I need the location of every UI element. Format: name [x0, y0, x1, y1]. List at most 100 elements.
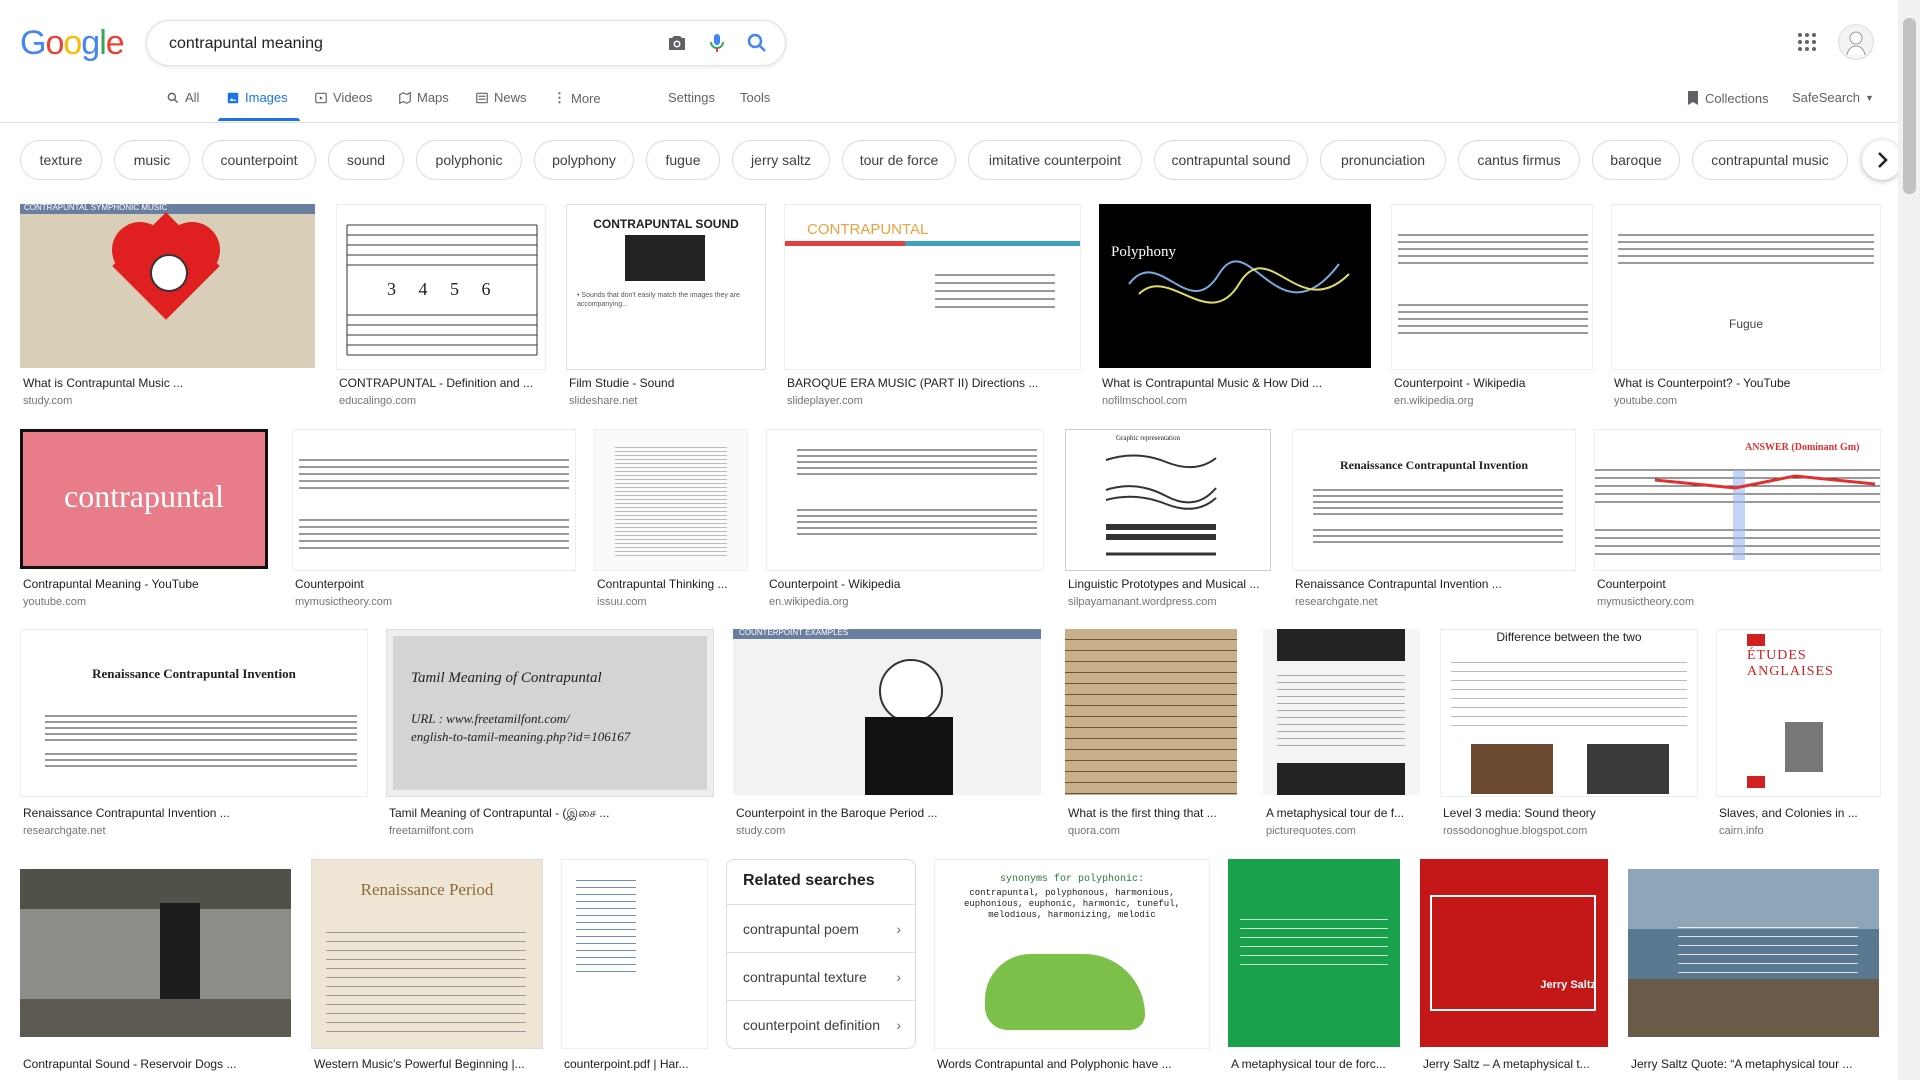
tab-maps[interactable]: Maps: [398, 90, 449, 105]
result-source[interactable]: educalingo.com: [339, 395, 543, 407]
result-thumbnail[interactable]: ANSWER (Dominant Gm): [1594, 429, 1881, 571]
result-title[interactable]: What is Contrapuntal Music & How Did ...: [1102, 376, 1370, 390]
chip-tour-de-force[interactable]: tour de force: [842, 140, 956, 180]
result-thumbnail[interactable]: contrapuntal: [20, 429, 268, 569]
account-avatar[interactable]: [1838, 24, 1874, 60]
related-search-item[interactable]: counterpoint definition ›: [727, 1000, 915, 1048]
result-thumbnail[interactable]: Difference between the two: [1440, 629, 1698, 797]
result-thumbnail[interactable]: Renaissance Contrapuntal Invention: [20, 629, 368, 797]
result-title[interactable]: Words Contrapuntal and Polyphonic have .…: [937, 1057, 1207, 1071]
result-thumbnail[interactable]: [292, 429, 576, 571]
tab-videos[interactable]: Videos: [314, 90, 373, 105]
result-source[interactable]: silpayamanant.wordpress.com: [1068, 596, 1268, 608]
result-thumbnail[interactable]: CONTRAPUNTAL SYMPHONIC MUSIC: [20, 204, 315, 368]
related-search-item[interactable]: contrapuntal poem ›: [727, 904, 915, 952]
result-thumbnail[interactable]: CONTRAPUNTAL: [784, 204, 1081, 370]
result-title[interactable]: Film Studie - Sound: [569, 376, 763, 390]
safesearch-dropdown[interactable]: SafeSearch ▼: [1792, 90, 1874, 105]
chip-polyphonic[interactable]: polyphonic: [416, 140, 522, 180]
chip-jerry-saltz[interactable]: jerry saltz: [732, 140, 830, 180]
result-source[interactable]: freetamilfont.com: [389, 825, 711, 837]
chip-contrapuntal-music[interactable]: contrapuntal music: [1692, 140, 1848, 180]
result-source[interactable]: slideshare.net: [569, 395, 763, 407]
result-source[interactable]: slideplayer.com: [787, 395, 1077, 407]
result-thumbnail[interactable]: Polyphony: [1099, 204, 1371, 368]
result-title[interactable]: Slaves, and Colonies in ...: [1719, 806, 1878, 820]
result-title[interactable]: Contrapuntal Thinking ...: [597, 577, 745, 591]
result-title[interactable]: Contrapuntal Sound - Reservoir Dogs ...: [23, 1057, 290, 1071]
tab-all[interactable]: All: [166, 90, 199, 105]
tab-images[interactable]: Images: [226, 90, 288, 105]
result-title[interactable]: Counterpoint: [1597, 577, 1878, 591]
result-thumbnail[interactable]: [1065, 629, 1237, 795]
result-thumbnail[interactable]: Renaissance Contrapuntal Invention: [1292, 429, 1576, 571]
result-title[interactable]: Counterpoint: [295, 577, 573, 591]
chip-baroque[interactable]: baroque: [1592, 140, 1680, 180]
tab-more[interactable]: ⋮ More: [553, 90, 601, 106]
result-thumbnail[interactable]: ÉTUDES ANGLAISES: [1716, 629, 1881, 797]
chip-contrapuntal-sound[interactable]: contrapuntal sound: [1154, 140, 1308, 180]
chip-music[interactable]: music: [114, 140, 190, 180]
result-title[interactable]: Tamil Meaning of Contrapuntal - (இசை ...: [389, 806, 711, 822]
result-source[interactable]: quora.com: [1068, 825, 1236, 837]
chip-pronunciation[interactable]: pronunciation: [1320, 140, 1446, 180]
result-source[interactable]: youtube.com: [1614, 395, 1878, 407]
result-title[interactable]: What is the first thing that ...: [1068, 806, 1236, 820]
result-title[interactable]: CONTRAPUNTAL - Definition and ...: [339, 376, 543, 390]
chip-texture[interactable]: texture: [20, 140, 102, 180]
result-title[interactable]: Level 3 media: Sound theory: [1443, 806, 1695, 820]
result-source[interactable]: study.com: [23, 395, 313, 407]
result-title[interactable]: What is Counterpoint? - YouTube: [1614, 376, 1878, 390]
chip-fugue[interactable]: fugue: [646, 140, 720, 180]
chip-imitative-counterpoint[interactable]: imitative counterpoint: [968, 140, 1142, 180]
result-thumbnail[interactable]: [1263, 629, 1420, 795]
result-source[interactable]: researchgate.net: [23, 825, 365, 837]
tab-news[interactable]: News: [475, 90, 527, 105]
settings-link[interactable]: Settings: [668, 90, 715, 105]
result-title[interactable]: Renaissance Contrapuntal Invention ...: [23, 806, 365, 820]
result-title[interactable]: counterpoint.pdf | Har...: [564, 1057, 705, 1071]
result-title[interactable]: What is Contrapuntal Music ...: [23, 376, 313, 390]
result-thumbnail[interactable]: Tamil Meaning of Contrapuntal URL : www.…: [386, 629, 714, 797]
camera-icon[interactable]: [665, 31, 689, 55]
result-thumbnail[interactable]: 3 4 5 6: [336, 204, 546, 370]
tools-link[interactable]: Tools: [740, 90, 770, 105]
result-source[interactable]: researchgate.net: [1295, 596, 1573, 608]
apps-grid-icon[interactable]: [1795, 30, 1819, 54]
result-thumbnail[interactable]: [1391, 204, 1593, 370]
related-search-item[interactable]: contrapuntal texture ›: [727, 952, 915, 1000]
result-source[interactable]: study.com: [736, 825, 1040, 837]
chip-sound[interactable]: sound: [328, 140, 404, 180]
result-source[interactable]: nofilmschool.com: [1102, 395, 1370, 407]
result-title[interactable]: A metaphysical tour de forc...: [1231, 1057, 1399, 1071]
result-source[interactable]: youtube.com: [23, 596, 267, 608]
result-title[interactable]: A metaphysical tour de f...: [1266, 806, 1419, 820]
result-thumbnail[interactable]: synonyms for polyphonic: contrapuntal, p…: [934, 859, 1210, 1049]
search-icon[interactable]: [745, 31, 769, 55]
result-title[interactable]: Linguistic Prototypes and Musical ...: [1068, 577, 1268, 591]
result-thumbnail[interactable]: [561, 859, 708, 1049]
result-source[interactable]: mymusictheory.com: [295, 596, 573, 608]
result-title[interactable]: Counterpoint in the Baroque Period ...: [736, 806, 1040, 820]
result-source[interactable]: cairn.info: [1719, 825, 1878, 837]
chip-polyphony[interactable]: polyphony: [534, 140, 634, 180]
result-title[interactable]: Jerry Saltz Quote: “A metaphysical tour …: [1631, 1057, 1878, 1071]
scrollbar-thumb[interactable]: [1903, 18, 1916, 194]
result-thumbnail[interactable]: [594, 429, 748, 571]
collections-link[interactable]: Collections: [1686, 90, 1769, 106]
result-thumbnail[interactable]: [766, 429, 1044, 571]
result-source[interactable]: en.wikipedia.org: [1394, 395, 1590, 407]
result-thumbnail[interactable]: [1628, 869, 1879, 1037]
result-thumbnail[interactable]: Renaissance Period: [311, 859, 543, 1049]
result-title[interactable]: Jerry Saltz – A metaphysical t...: [1423, 1057, 1607, 1071]
chip-cantus-firmus[interactable]: cantus firmus: [1458, 140, 1580, 180]
result-thumbnail[interactable]: COUNTERPOINT EXAMPLES: [733, 629, 1041, 795]
result-source[interactable]: en.wikipedia.org: [769, 596, 1041, 608]
microphone-icon[interactable]: [705, 31, 729, 55]
search-input[interactable]: [167, 21, 631, 67]
result-title[interactable]: BAROQUE ERA MUSIC (PART II) Directions .…: [787, 376, 1077, 390]
chip-counterpoint[interactable]: counterpoint: [202, 140, 316, 180]
result-thumbnail[interactable]: CONTRAPUNTAL SOUND • Sounds that don't e…: [566, 204, 766, 370]
result-source[interactable]: mymusictheory.com: [1597, 596, 1878, 608]
result-thumbnail[interactable]: [1228, 859, 1400, 1047]
